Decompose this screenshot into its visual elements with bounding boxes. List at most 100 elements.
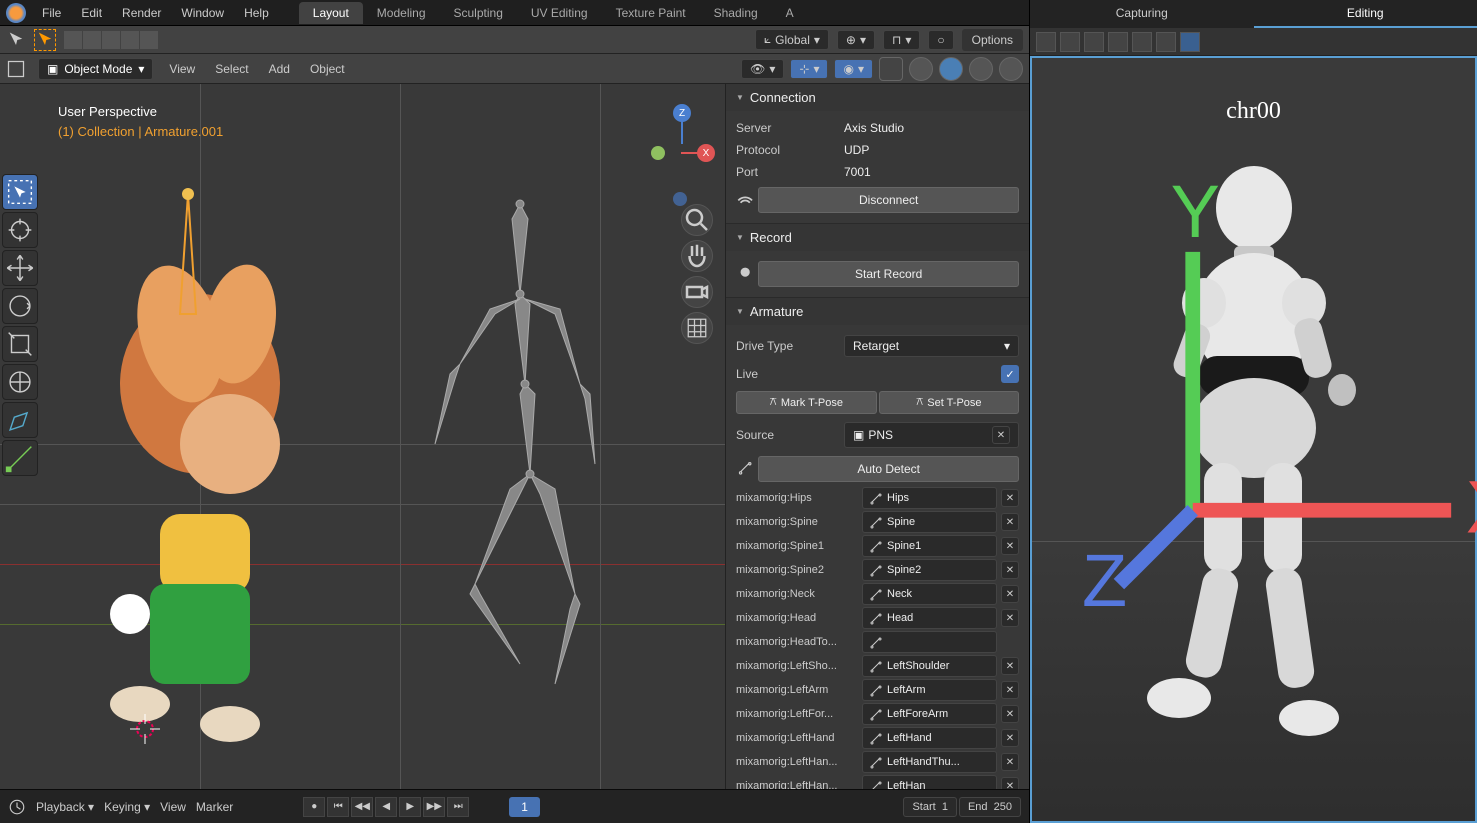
bone-target-select[interactable]: Spine1	[862, 535, 997, 557]
bone-target-select[interactable]: LeftHan	[862, 775, 997, 789]
proportional-edit[interactable]: ○	[928, 30, 953, 50]
bone-clear-button[interactable]: ✕	[1001, 681, 1019, 699]
bone-clear-button[interactable]: ✕	[1001, 705, 1019, 723]
tool-rotate[interactable]	[2, 288, 38, 324]
shading-rendered[interactable]	[999, 57, 1023, 81]
tool-scale[interactable]	[2, 326, 38, 362]
select-box-icon[interactable]	[34, 29, 56, 51]
menu-window[interactable]: Window	[171, 2, 234, 24]
bone-clear-button[interactable]: ✕	[1001, 489, 1019, 507]
3d-viewport[interactable]: User Perspective (1) Collection | Armatu…	[0, 84, 725, 789]
tool-cursor[interactable]	[2, 212, 38, 248]
keyframe-prev-button[interactable]: ◀◀	[351, 797, 373, 817]
shading-material[interactable]	[969, 57, 993, 81]
tool-annotate[interactable]	[2, 402, 38, 438]
select-mode-4[interactable]	[121, 31, 139, 49]
bone-target-select[interactable]: Spine	[862, 511, 997, 533]
bone-target-select[interactable]: LeftShoulder	[862, 655, 997, 677]
bone-clear-button[interactable]: ✕	[1001, 777, 1019, 789]
mark-tpose-button[interactable]: ⚻Mark T-Pose	[736, 391, 877, 414]
bone-target-select[interactable]: Head	[862, 607, 997, 629]
bone-target-select[interactable]: LeftHand	[862, 727, 997, 749]
pivot-select[interactable]: ⊕▾	[837, 30, 875, 50]
menu-help[interactable]: Help	[234, 2, 279, 24]
source-clear[interactable]: ✕	[992, 426, 1010, 444]
select-mode-2[interactable]	[83, 31, 101, 49]
menu-edit[interactable]: Edit	[71, 2, 112, 24]
marker-menu[interactable]: Marker	[196, 800, 233, 814]
camera-icon[interactable]	[681, 276, 713, 308]
disconnect-button[interactable]: Disconnect	[758, 187, 1019, 213]
axis-z[interactable]: Z	[673, 104, 691, 122]
tool-measure[interactable]	[2, 440, 38, 476]
live-checkbox[interactable]: ✓	[1001, 365, 1019, 383]
select-menu[interactable]: Select	[211, 60, 252, 78]
overlay-toggle[interactable]: ◉▾	[834, 59, 873, 79]
object-menu[interactable]: Object	[306, 60, 349, 78]
select-mode-5[interactable]	[140, 31, 158, 49]
set-tpose-button[interactable]: ⚻Set T-Pose	[879, 391, 1020, 414]
play-reverse-button[interactable]: ◀	[375, 797, 397, 817]
jump-start-button[interactable]: ⏮	[327, 797, 349, 817]
zoom-icon[interactable]	[681, 204, 713, 236]
workspace-tab-modeling[interactable]: Modeling	[363, 2, 440, 24]
editing-viewport[interactable]: chr00 Y X Z	[1030, 56, 1477, 823]
orientation-select[interactable]: ⟀ Global ▾	[755, 29, 829, 50]
editor-type-icon[interactable]	[6, 59, 26, 79]
bone-clear-button[interactable]: ✕	[1001, 657, 1019, 675]
menu-file[interactable]: File	[32, 2, 71, 24]
workspace-tab-shading[interactable]: Shading	[700, 2, 772, 24]
bone-target-select[interactable]: Spine2	[862, 559, 997, 581]
tool-select-box[interactable]	[2, 174, 38, 210]
bone-clear-button[interactable]: ✕	[1001, 561, 1019, 579]
keying-menu[interactable]: Keying ▾	[104, 800, 150, 814]
timeline-editor-icon[interactable]	[8, 798, 26, 816]
perspective-icon[interactable]	[681, 312, 713, 344]
visibility-select[interactable]: 👁▾	[741, 59, 784, 79]
view-single-icon[interactable]	[1036, 32, 1056, 52]
bone-target-select[interactable]: Hips	[862, 487, 997, 509]
connection-header[interactable]: Connection	[726, 84, 1029, 111]
menu-render[interactable]: Render	[112, 2, 171, 24]
bone-clear-button[interactable]: ✕	[1001, 729, 1019, 747]
workspace-tab-texturepaint[interactable]: Texture Paint	[602, 2, 700, 24]
start-record-button[interactable]: Start Record	[758, 261, 1019, 287]
gizmo-toggle[interactable]: ⊹▾	[790, 59, 828, 79]
bone-clear-button[interactable]: ✕	[1001, 537, 1019, 555]
auto-detect-button[interactable]: Auto Detect	[758, 456, 1019, 482]
source-select[interactable]: ▣PNS ✕	[844, 422, 1019, 448]
select-mode-3[interactable]	[102, 31, 120, 49]
axis-x[interactable]: X	[697, 144, 715, 162]
drive-type-select[interactable]: Retarget▾	[844, 335, 1019, 357]
tool-transform[interactable]	[2, 364, 38, 400]
keyframe-next-button[interactable]: ▶▶	[423, 797, 445, 817]
workspace-tab-sculpting[interactable]: Sculpting	[440, 2, 517, 24]
jump-end-button[interactable]: ⏭	[447, 797, 469, 817]
bone-clear-button[interactable]: ✕	[1001, 753, 1019, 771]
pan-icon[interactable]	[681, 240, 713, 272]
frame-start[interactable]: Start 1	[903, 797, 956, 817]
tool-move[interactable]	[2, 250, 38, 286]
workspace-tab-uvediting[interactable]: UV Editing	[517, 2, 602, 24]
workspace-tab-more[interactable]: A	[772, 2, 808, 24]
bone-target-select[interactable]: LeftHandThu...	[862, 751, 997, 773]
record-header[interactable]: Record	[726, 224, 1029, 251]
shading-wireframe[interactable]	[909, 57, 933, 81]
shading-solid[interactable]	[939, 57, 963, 81]
bone-target-select[interactable]: Neck	[862, 583, 997, 605]
playback-menu[interactable]: Playback ▾	[36, 800, 94, 814]
timeline-view-menu[interactable]: View	[160, 800, 186, 814]
workspace-tab-layout[interactable]: Layout	[299, 2, 363, 24]
cursor-tool-icon[interactable]	[6, 30, 26, 50]
select-mode-1[interactable]	[64, 31, 82, 49]
options-button[interactable]: Options	[962, 29, 1023, 51]
autokey-button[interactable]: ●	[303, 797, 325, 817]
xray-toggle[interactable]	[879, 57, 903, 81]
view-dual-icon[interactable]	[1060, 32, 1080, 52]
add-menu[interactable]: Add	[265, 60, 294, 78]
bone-target-select[interactable]: LeftArm	[862, 679, 997, 701]
bone-clear-button[interactable]: ✕	[1001, 513, 1019, 531]
axis-y[interactable]	[651, 146, 665, 160]
frame-end[interactable]: End 250	[959, 797, 1021, 817]
bone-clear-button[interactable]: ✕	[1001, 609, 1019, 627]
